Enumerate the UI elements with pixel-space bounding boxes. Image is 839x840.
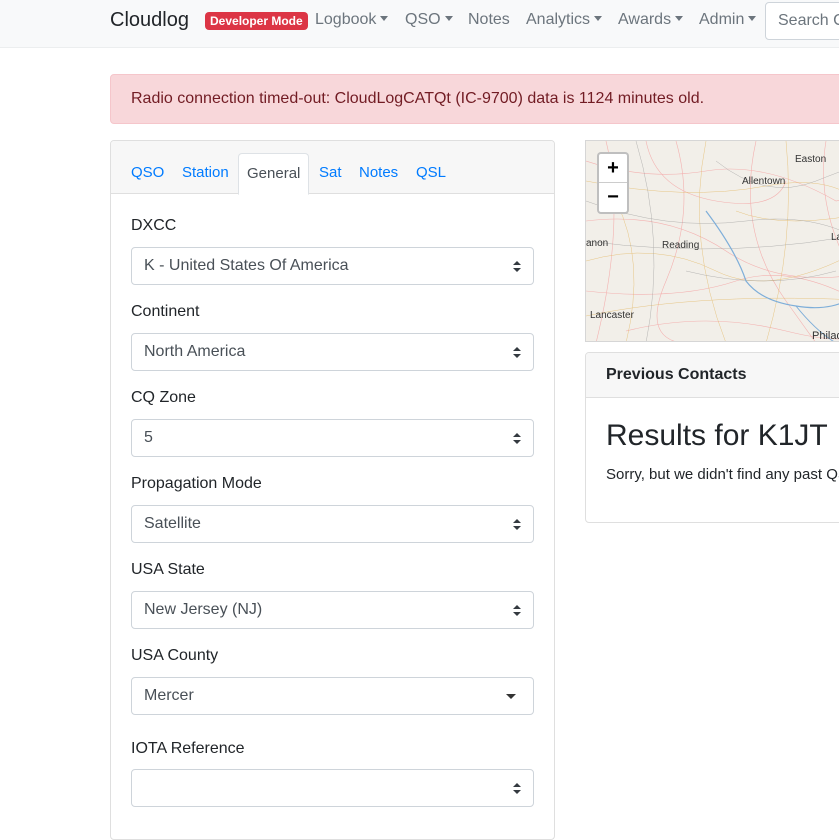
nav-admin[interactable]: Admin [699, 11, 757, 29]
chevron-down-icon [444, 16, 453, 21]
nav-admin-label: Admin [699, 11, 745, 28]
nav-qso[interactable]: QSO [405, 11, 453, 29]
nav-awards[interactable]: Awards [618, 11, 684, 29]
results-text: Sorry, but we didn't find any past QSOs … [606, 466, 839, 483]
usa-state-value: New Jersey (NJ) [144, 601, 263, 618]
caret-down-icon [506, 694, 516, 699]
map-label-la: La [831, 232, 839, 243]
continent-value: North America [144, 343, 246, 360]
radio-timeout-alert: Radio connection timed-out: CloudLogCATQ… [110, 74, 839, 124]
map-label-lancaster: Lancaster [590, 310, 634, 321]
map-label-philadelphia: Philadelphia [812, 330, 839, 342]
cq-zone-label: CQ Zone [131, 389, 196, 406]
developer-mode-badge: Developer Mode [205, 12, 308, 30]
nav-notes[interactable]: Notes [468, 11, 510, 29]
select-arrows-icon [513, 519, 521, 531]
chevron-down-icon [380, 16, 389, 21]
previous-contacts-header: Previous Contacts [586, 353, 839, 398]
chevron-down-icon [594, 16, 603, 21]
nav-notes-label: Notes [468, 11, 510, 28]
dxcc-value: K - United States Of America [144, 257, 349, 274]
qso-form-tabs: QSO Station General Sat Notes QSL [111, 141, 554, 195]
chevron-down-icon [748, 16, 757, 21]
select-arrows-icon [513, 347, 521, 359]
map-zoom-control: + − [597, 152, 629, 214]
nav-qso-label: QSO [405, 11, 441, 28]
results-heading: Results for K1JT [606, 419, 828, 452]
cq-zone-value: 5 [144, 429, 153, 446]
usa-county-label: USA County [131, 647, 219, 664]
nav-awards-label: Awards [618, 11, 672, 28]
iota-reference-label: IOTA Reference [131, 740, 245, 757]
cq-zone-select[interactable]: 5 [131, 419, 534, 457]
propagation-mode-select[interactable]: Satellite [131, 505, 534, 543]
search-callsign-input[interactable]: Search Callsign [765, 2, 839, 40]
nav-analytics-label: Analytics [526, 11, 591, 28]
map-label-allentown: Allentown [742, 176, 786, 187]
nav-analytics[interactable]: Analytics [526, 11, 603, 29]
continent-select[interactable]: North America [131, 333, 534, 371]
map-label-reading: Reading [662, 240, 700, 251]
usa-state-select[interactable]: New Jersey (NJ) [131, 591, 534, 629]
tab-station[interactable]: Station [182, 164, 229, 181]
zoom-out-button[interactable]: − [599, 183, 627, 212]
previous-contacts-card: Previous Contacts Results for K1JT Sorry… [585, 352, 839, 523]
map-label-easton: Easton [795, 154, 827, 165]
qso-map[interactable]: Easton Allentown Reading anon La Lancast… [585, 140, 839, 342]
map-label-anon: anon [586, 238, 609, 249]
usa-county-select[interactable]: Mercer [131, 677, 534, 715]
tab-general[interactable]: General [238, 153, 310, 195]
tab-sat[interactable]: Sat [319, 164, 342, 181]
nav-logbook[interactable]: Logbook [315, 11, 389, 29]
brand-logo[interactable]: Cloudlog [110, 9, 189, 32]
usa-county-value: Mercer [144, 687, 194, 704]
usa-state-label: USA State [131, 561, 205, 578]
tab-qso[interactable]: QSO [131, 164, 164, 181]
previous-contacts-title: Previous Contacts [606, 366, 747, 383]
zoom-in-button[interactable]: + [599, 154, 627, 183]
propagation-mode-label: Propagation Mode [131, 475, 262, 492]
iota-reference-select[interactable] [131, 769, 534, 807]
chevron-down-icon [675, 16, 684, 21]
qso-form-card: QSO Station General Sat Notes QSL DXCC K… [110, 140, 555, 840]
dxcc-label: DXCC [131, 217, 177, 234]
tab-qsl[interactable]: QSL [416, 164, 446, 181]
dxcc-select[interactable]: K - United States Of America [131, 247, 534, 285]
select-arrows-icon [513, 783, 521, 795]
select-arrows-icon [513, 261, 521, 273]
continent-label: Continent [131, 303, 200, 320]
select-arrows-icon [513, 433, 521, 445]
select-arrows-icon [513, 605, 521, 617]
nav-logbook-label: Logbook [315, 11, 377, 28]
tab-notes[interactable]: Notes [359, 164, 398, 181]
navbar: Cloudlog Developer Mode Logbook QSO Note… [0, 0, 839, 48]
propagation-mode-value: Satellite [144, 515, 201, 532]
